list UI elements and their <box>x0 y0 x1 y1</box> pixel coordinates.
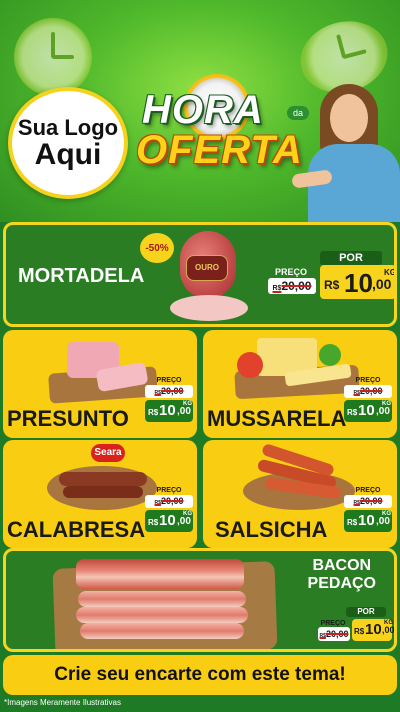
clock-icon <box>14 18 92 96</box>
product-name: MORTADELA <box>18 265 145 287</box>
disclaimer-text: *Imagens Meramente Ilustrativas <box>4 698 121 707</box>
product-name: SALSICHA <box>215 517 328 542</box>
new-price: R$ 10,00 KG <box>344 510 392 532</box>
price-tag: PREÇO R$20,00 R$ 10,00 KG <box>344 486 392 534</box>
new-price: R$ 10,00 KG <box>145 400 193 422</box>
old-price: R$20,00 <box>268 278 316 294</box>
woman-pointing-image <box>291 80 400 222</box>
old-price: R$20,00 <box>145 495 193 508</box>
product-card-presunto[interactable]: PRESUNTO PREÇO R$20,00 R$ 10,00 KG <box>3 330 197 438</box>
featured-product-bacon[interactable]: BACON PEDAÇO POR PREÇO R$20,00 R$ 10,00 KG <box>3 548 397 652</box>
cta-text: Crie seu encarte com este tema! <box>54 664 346 685</box>
logo-placeholder[interactable]: Sua Logo Aqui <box>8 87 128 199</box>
discount-badge: -50% <box>140 233 174 263</box>
product-name: BACON PEDAÇO <box>307 557 376 593</box>
title-oferta: OFERTA <box>136 128 303 172</box>
new-price: R$ 10,00 KG <box>344 400 392 422</box>
price-tag: POR PREÇO R$20,00 R$ 10 ,00 KG <box>268 251 394 303</box>
logo-text-line2: Aqui <box>34 137 102 171</box>
brand-label: OURO <box>186 255 228 281</box>
featured-product-mortadela[interactable]: MORTADELA -50% OURO POR PREÇO R$20,00 R$… <box>3 222 397 327</box>
por-label: POR <box>320 251 382 265</box>
product-card-calabresa[interactable]: Seara CALABRESA PREÇO R$20,00 R$ 10,00 KG <box>3 440 197 548</box>
old-price: R$20,00 <box>344 385 392 398</box>
new-price: R$ 10 ,00 KG <box>320 265 394 299</box>
preco-label: PREÇO <box>274 267 307 277</box>
product-name: PRESUNTO <box>7 406 129 431</box>
calabresa-image: Seara <box>43 442 161 512</box>
price-tag: PREÇO R$20,00 R$ 10,00 KG <box>145 486 193 534</box>
mortadela-image: OURO <box>170 225 248 324</box>
hero-banner: Sua Logo Aqui HORA da OFERTA <box>0 0 400 222</box>
presunto-image <box>41 336 161 404</box>
title-hora: HORA <box>142 88 264 132</box>
cta-banner[interactable]: Crie seu encarte com este tema! <box>3 655 397 695</box>
product-name: CALABRESA <box>7 517 146 542</box>
bacon-image <box>76 559 244 589</box>
brand-seara-logo: Seara <box>91 444 125 462</box>
new-price: R$ 10,00 KG <box>352 619 394 641</box>
hora-da-oferta-title: HORA da OFERTA <box>132 72 312 182</box>
old-price: R$20,00 <box>318 627 350 641</box>
product-card-mussarela[interactable]: MUSSARELA PREÇO R$20,00 R$ 10,00 KG <box>203 330 397 438</box>
product-card-salsicha[interactable]: SALSICHA PREÇO R$20,00 R$ 10,00 KG <box>203 440 397 548</box>
product-name: MUSSARELA <box>207 406 347 431</box>
price-tag: POR PREÇO R$20,00 R$ 10,00 KG <box>318 607 394 643</box>
old-price: R$20,00 <box>344 495 392 508</box>
new-price: R$ 10,00 KG <box>145 510 193 532</box>
price-tag: PREÇO R$20,00 R$ 10,00 KG <box>344 376 392 424</box>
old-price: R$20,00 <box>145 385 193 398</box>
por-label: POR <box>346 607 386 617</box>
price-tag: PREÇO R$20,00 R$ 10,00 KG <box>145 376 193 424</box>
logo-text-line1: Sua Logo <box>17 114 119 140</box>
